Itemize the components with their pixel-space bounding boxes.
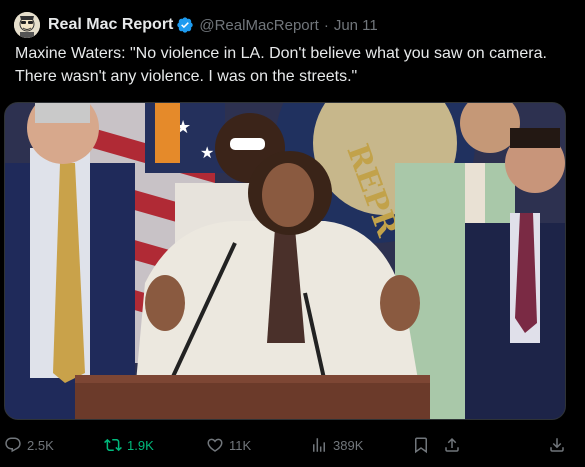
timestamp[interactable]: Jun 11: [334, 17, 378, 34]
views-icon: [313, 438, 325, 452]
author-handle[interactable]: @RealMacReport: [199, 17, 318, 34]
reply-icon: [5, 437, 21, 453]
like-button[interactable]: 11K: [206, 430, 251, 460]
tweet-text: Maxine Waters: "No violence in LA. Don't…: [15, 45, 547, 85]
bookmark-icon: [415, 437, 427, 454]
views-count: 389K: [333, 437, 364, 453]
reply-button[interactable]: 2.5K: [4, 430, 54, 460]
views-button[interactable]: 389K: [310, 430, 363, 460]
action-bar: 2.5K 1.9K 11K 389K: [0, 430, 585, 460]
repost-button[interactable]: 1.9K: [104, 430, 154, 460]
share-button[interactable]: [443, 430, 461, 460]
like-icon: [207, 438, 223, 452]
bookmark-button[interactable]: [412, 430, 430, 460]
verified-badge-icon: [176, 16, 194, 34]
svg-text:★: ★: [200, 143, 214, 162]
download-button[interactable]: [548, 430, 566, 460]
avatar[interactable]: [14, 12, 40, 38]
video-thumbnail[interactable]: ★ ★ REPR: [4, 102, 566, 420]
tweet-header: Real Mac Report @RealMacReport · Jun 11: [14, 11, 378, 39]
like-count: 11K: [229, 437, 252, 453]
tweet-card[interactable]: Real Mac Report @RealMacReport · Jun 11 …: [0, 0, 585, 467]
separator-dot: ·: [323, 16, 329, 34]
share-icon: [445, 437, 459, 452]
download-icon: [550, 438, 564, 452]
reply-count: 2.5K: [27, 437, 54, 453]
repost-icon: [104, 438, 122, 452]
author-name[interactable]: Real Mac Report: [48, 16, 173, 34]
repost-count: 1.9K: [127, 437, 154, 453]
